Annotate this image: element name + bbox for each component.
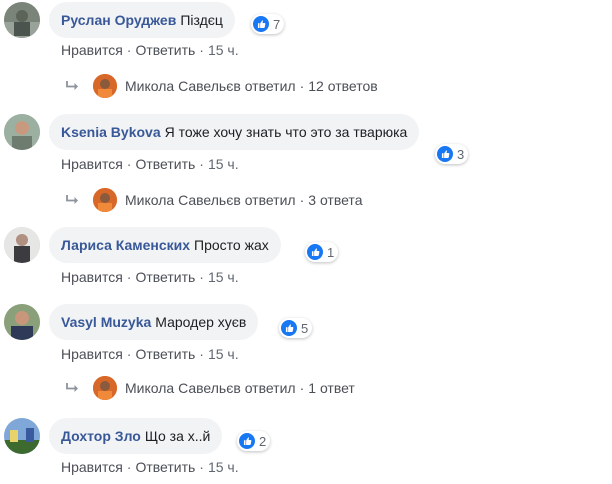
reply-arrow-icon — [65, 194, 81, 206]
replies-summary[interactable]: Микола Савельєв ответил · 3 ответа — [65, 188, 362, 212]
like-link[interactable]: Нравится — [61, 346, 123, 362]
separator-dot: · — [126, 459, 132, 475]
separator-dot: · — [126, 156, 132, 172]
comment-author[interactable]: Ksenia Bykova — [61, 124, 161, 140]
reply-link[interactable]: Ответить — [135, 459, 195, 475]
reply-link[interactable]: Ответить — [135, 42, 195, 58]
reaction-number: 1 — [327, 244, 335, 260]
separator-dot: · — [126, 42, 132, 58]
separator-dot: · — [199, 346, 204, 362]
reply-verb: ответил — [244, 380, 296, 396]
separator-dot: · — [199, 459, 204, 475]
avatar-photo — [4, 418, 40, 454]
comment-text: Просто жах — [194, 237, 269, 253]
reply-arrow-icon — [65, 382, 81, 394]
comment-author[interactable]: Дохтор Зло — [61, 428, 141, 444]
comment-bubble: Ksenia Bykova Я тоже хочу знать что это … — [49, 114, 420, 150]
comment-text: Мародер хуєв — [155, 314, 247, 330]
separator-dot: · — [299, 192, 305, 208]
comment-bubble: Дохтор Зло Що за х..й — [49, 418, 223, 454]
reaction-number: 5 — [301, 320, 309, 336]
reply-count: 12 ответов — [308, 78, 378, 94]
comment-actions: Нравится · Ответить · 15 ч. — [61, 156, 239, 172]
comment-time[interactable]: 15 ч. — [208, 459, 239, 475]
reply-author-name: Микола Савельєв — [125, 380, 241, 396]
comment-author[interactable]: Vasyl Muzyka — [61, 314, 151, 330]
reply-verb: ответил — [244, 78, 296, 94]
avatar-photo — [4, 2, 40, 38]
avatar[interactable] — [4, 2, 40, 38]
reply-avatar — [93, 376, 117, 400]
reaction-number: 2 — [259, 433, 267, 449]
like-reaction-icon — [307, 244, 323, 260]
avatar[interactable] — [4, 114, 40, 150]
comment-actions: Нравится · Ответить · 15 ч. — [61, 459, 239, 475]
comment-text: Що за х..й — [144, 428, 211, 444]
reply-avatar — [93, 74, 117, 98]
separator-dot: · — [299, 78, 305, 94]
reaction-number: 3 — [457, 146, 465, 162]
separator-dot: · — [199, 42, 204, 58]
separator-dot: · — [199, 156, 204, 172]
comment-bubble: Руслан Оруджев Піздєц — [49, 2, 235, 38]
avatar[interactable] — [4, 418, 40, 454]
reaction-count[interactable]: 7 — [251, 14, 285, 34]
separator-dot: · — [199, 269, 204, 285]
reaction-count[interactable]: 1 — [305, 242, 339, 262]
comment-text: Я тоже хочу знать что это за тварюка — [164, 124, 408, 140]
reply-count: 1 ответ — [308, 380, 355, 396]
like-reaction-icon — [239, 433, 255, 449]
reply-arrow-icon — [65, 80, 81, 92]
comment-time[interactable]: 15 ч. — [208, 346, 239, 362]
like-reaction-icon — [437, 146, 453, 162]
separator-dot: · — [126, 346, 132, 362]
separator-dot: · — [126, 269, 132, 285]
like-link[interactable]: Нравится — [61, 459, 123, 475]
comment-author[interactable]: Руслан Оруджев — [61, 12, 176, 28]
like-link[interactable]: Нравится — [61, 156, 123, 172]
like-link[interactable]: Нравится — [61, 42, 123, 58]
comment-text: Піздєц — [180, 12, 223, 28]
reaction-number: 7 — [273, 16, 281, 32]
comment-actions: Нравится · Ответить · 15 ч. — [61, 42, 239, 58]
reply-link[interactable]: Ответить — [135, 269, 195, 285]
replies-summary[interactable]: Микола Савельєв ответил · 12 ответов — [65, 74, 378, 98]
comment-actions: Нравится · Ответить · 15 ч. — [61, 269, 239, 285]
like-reaction-icon — [281, 320, 297, 336]
reply-link[interactable]: Ответить — [135, 346, 195, 362]
reaction-count[interactable]: 2 — [237, 431, 271, 451]
reply-avatar — [93, 188, 117, 212]
avatar[interactable] — [4, 304, 40, 340]
comment-author[interactable]: Лариса Каменских — [61, 237, 190, 253]
like-link[interactable]: Нравится — [61, 269, 123, 285]
comment-bubble: Лариса Каменских Просто жах — [49, 227, 281, 263]
avatar-photo — [4, 304, 40, 340]
separator-dot: · — [299, 380, 305, 396]
comment-time[interactable]: 15 ч. — [208, 269, 239, 285]
reaction-count[interactable]: 5 — [279, 318, 313, 338]
avatar[interactable] — [4, 227, 40, 263]
replies-summary[interactable]: Микола Савельєв ответил · 1 ответ — [65, 376, 355, 400]
reply-verb: ответил — [244, 192, 296, 208]
avatar-photo — [4, 114, 40, 150]
reply-count: 3 ответа — [308, 192, 363, 208]
avatar-photo — [4, 227, 40, 263]
like-reaction-icon — [253, 16, 269, 32]
comment-actions: Нравится · Ответить · 15 ч. — [61, 346, 239, 362]
comment-time[interactable]: 15 ч. — [208, 156, 239, 172]
reply-author-name: Микола Савельєв — [125, 192, 241, 208]
reaction-count[interactable]: 3 — [435, 144, 469, 164]
reply-author-name: Микола Савельєв — [125, 78, 241, 94]
comment-time[interactable]: 15 ч. — [208, 42, 239, 58]
comment-bubble: Vasyl Muzyka Мародер хуєв — [49, 304, 259, 340]
reply-link[interactable]: Ответить — [135, 156, 195, 172]
